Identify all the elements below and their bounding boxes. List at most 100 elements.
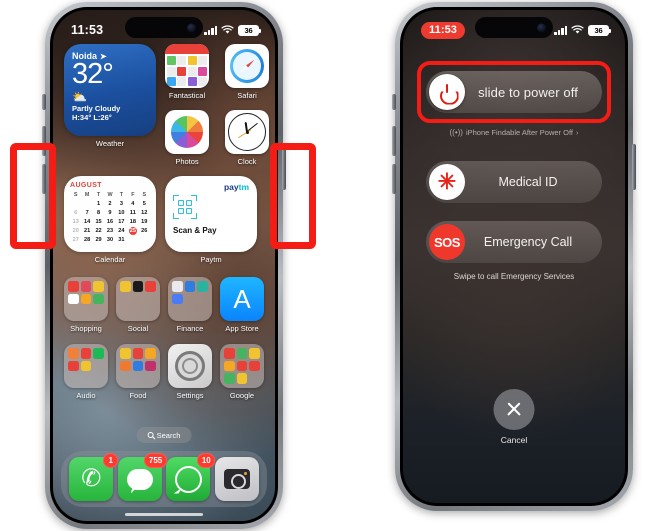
side-power-button[interactable]: [632, 144, 636, 190]
dynamic-island[interactable]: [475, 17, 553, 38]
top-app-grid: Fantastical Safari Photos Clock: [165, 44, 269, 166]
calendar-day: 23: [106, 228, 114, 234]
app-label: Safari: [237, 91, 257, 100]
battery-icon: 36: [238, 24, 261, 36]
app-clock[interactable]: Clock: [225, 110, 269, 166]
wifi-icon: [221, 25, 234, 34]
volume-down-button[interactable]: [392, 164, 396, 194]
folder-icon: [64, 277, 108, 321]
calendar-month: AUGUST: [70, 182, 102, 189]
ring-silent-switch[interactable]: [392, 94, 396, 110]
paytm-widget[interactable]: paytm Scan & Pay: [165, 176, 257, 252]
clock-icon: [225, 110, 269, 154]
weather-temperature: 32°: [72, 58, 114, 90]
chevron-right-icon: ›: [575, 128, 579, 137]
settings-gear-icon: [168, 344, 212, 388]
search-icon: [147, 432, 154, 438]
cellular-bars-icon: [204, 25, 217, 35]
location-arrow-icon: ➤: [99, 51, 107, 61]
home-screen-content: Noida ➤ 32° ⛅ Partly Cloudy H:34° L:26° …: [53, 10, 275, 521]
power-slider-highlight: slide to power off: [417, 61, 611, 123]
calendar-weekday: S: [142, 192, 147, 198]
calendar-widget[interactable]: AUGUST S M T W T F S 1 2 3 4 5 6 7 8 9 10 11 12 13 14 15 16 17 1…: [64, 176, 156, 252]
folder-label: Audio: [76, 391, 96, 400]
calendar-day: 18: [129, 219, 136, 225]
power-icon: [439, 83, 456, 101]
home-row-folders-1: Shopping Social Finance A App Store: [64, 277, 264, 333]
weather-widget-block: Noida ➤ 32° ⛅ Partly Cloudy H:34° L:26° …: [64, 44, 156, 166]
status-indicators: 36: [554, 24, 611, 36]
slide-to-power-off-slider[interactable]: slide to power off: [426, 71, 602, 113]
power-off-overlay: slide to power off ((•)) iPhone Findable…: [403, 10, 625, 503]
volume-up-button[interactable]: [392, 126, 396, 156]
cancel-button[interactable]: [493, 389, 535, 430]
weather-widget-label: Weather: [95, 139, 125, 148]
app-label: Clock: [237, 157, 257, 166]
volume-buttons-highlight: [10, 143, 56, 249]
calendar-weekday: W: [107, 192, 113, 198]
left-phone-home-screen: 11:53 36 Noida ➤ 32° ⛅ Partly Cloudy H:3…: [42, 2, 286, 529]
app-photos[interactable]: Photos: [165, 110, 209, 166]
calendar-day: 3: [119, 201, 123, 207]
calendar-day: 28: [84, 237, 91, 243]
calendar-day: 21: [84, 228, 91, 234]
paytm-logo-pay: pay: [223, 182, 239, 192]
home-row-widgets: AUGUST S M T W T F S 1 2 3 4 5 6 7 8 9 10 11 12 13 14 15 16 17 1…: [64, 176, 264, 264]
emergency-call-slider[interactable]: SOS Emergency Call: [426, 221, 602, 263]
folder-shopping[interactable]: Shopping: [64, 277, 108, 333]
battery-level: 36: [244, 25, 253, 35]
sos-icon[interactable]: SOS: [429, 224, 465, 260]
folder-audio[interactable]: Audio: [64, 344, 108, 400]
badge-count: 755: [144, 453, 167, 468]
search-label: Search: [156, 430, 181, 440]
calendar-day: 4: [131, 201, 135, 207]
dock-app-whatsapp[interactable]: 10: [166, 453, 216, 501]
emergency-call-label: Emergency Call: [483, 235, 573, 249]
dynamic-island[interactable]: [125, 17, 203, 38]
home-indicator[interactable]: [125, 512, 203, 516]
folder-food[interactable]: Food: [116, 344, 160, 400]
folder-google[interactable]: Google: [220, 344, 264, 400]
medical-id-knob[interactable]: ✳: [429, 164, 465, 200]
calendar-day: 1: [97, 201, 101, 207]
calendar-day: [127, 236, 138, 244]
app-fantastical[interactable]: Fantastical: [165, 44, 209, 100]
calendar-day: 7: [85, 210, 89, 216]
badge-count: 1: [103, 453, 119, 468]
app-app-store[interactable]: A App Store: [220, 277, 264, 333]
weather-widget[interactable]: Noida ➤ 32° ⛅ Partly Cloudy H:34° L:26°: [64, 44, 156, 136]
calendar-day: 17: [118, 219, 125, 225]
calendar-widget-label: Calendar: [94, 255, 126, 264]
calendar-day: 22: [95, 228, 102, 234]
medical-id-slider[interactable]: ✳ Medical ID: [426, 161, 602, 203]
calendar-weekday: T: [96, 192, 101, 198]
calendar-day: 15: [95, 219, 102, 225]
left-phone-screen: 11:53 36 Noida ➤ 32° ⛅ Partly Cloudy H:3…: [53, 10, 275, 521]
app-settings[interactable]: Settings: [168, 344, 212, 400]
medical-asterisk-icon: ✳: [437, 169, 457, 194]
dock-app-messages[interactable]: 755: [117, 453, 167, 501]
right-phone-bezel: slide to power off ((•)) iPhone Findable…: [400, 7, 628, 506]
paytm-logo-tm: tm: [238, 182, 249, 192]
cellular-bars-icon: [554, 25, 567, 35]
cancel-label: Cancel: [500, 435, 528, 445]
iphone-findable-note[interactable]: ((•)) iPhone Findable After Power Off ›: [403, 128, 625, 137]
status-time-pill: 11:53: [421, 21, 466, 39]
search-pill[interactable]: Search: [136, 427, 192, 443]
calendar-day: 26: [141, 228, 148, 234]
app-safari[interactable]: Safari: [225, 44, 269, 100]
qr-code-icon: [173, 195, 197, 219]
camera-icon: [214, 457, 259, 501]
calendar-day: 8: [97, 210, 101, 216]
power-slider-knob[interactable]: [429, 74, 465, 110]
app-store-icon: A: [220, 277, 264, 321]
folder-finance[interactable]: Finance: [168, 277, 212, 333]
dock-app-phone[interactable]: ✆ 1: [69, 453, 119, 501]
partly-cloudy-icon: ⛅: [72, 90, 87, 105]
calendar-day: 27: [72, 237, 79, 243]
folder-label: Food: [129, 391, 147, 400]
folder-label: Finance: [176, 324, 204, 333]
folder-social[interactable]: Social: [116, 277, 160, 333]
dock-app-camera[interactable]: [214, 457, 259, 501]
ring-silent-switch[interactable]: [42, 94, 46, 110]
